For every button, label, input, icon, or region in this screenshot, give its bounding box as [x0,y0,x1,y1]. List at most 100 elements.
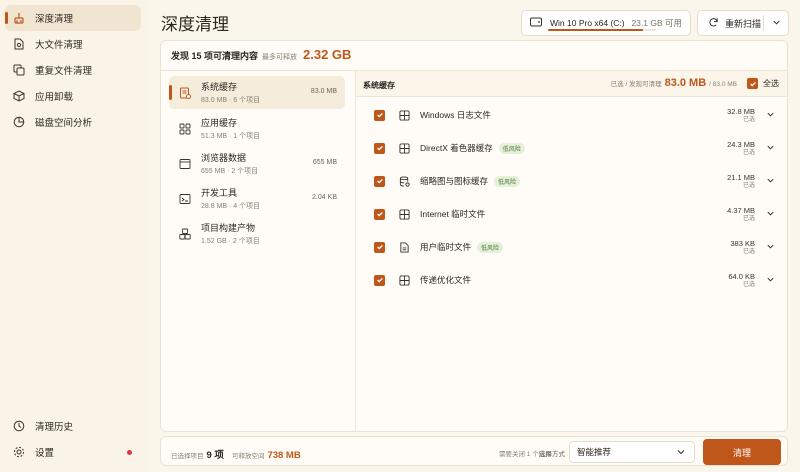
category-name: 应用缓存 [201,118,238,128]
chevron-down-icon[interactable] [766,209,775,221]
item-size-value: 32.8 MB [727,107,755,116]
chevron-down-icon [676,447,686,459]
sidebar-item-label: 清理历史 [35,422,74,433]
window-icon [399,142,410,154]
button-divider [763,15,764,31]
category-name: 系统缓存 [201,82,238,92]
summary-total: 2.32 GB [303,47,352,62]
item-name: 缩略图与图标缓存 [420,176,489,186]
system-cache-icon [179,87,191,99]
sidebar: 深度清理 大文件清理 重复文件清理 应用卸载 磁盘空间分析 清理历史 设置 [0,0,148,472]
item-state: 已选 [742,183,755,189]
category-item[interactable]: 开发工具 28.8 MB · 4 个项目 2.04 KB [169,182,345,215]
refresh-icon [708,17,719,30]
rescan-label: 重新扫描 [725,18,762,29]
checkbox-checked-icon[interactable] [374,175,385,187]
sidebar-item-label: 深度清理 [35,14,74,25]
category-item[interactable]: 应用缓存 51.3 MB · 1 个项目 [169,112,345,145]
item-size-value: 64.0 KB [728,272,755,281]
chevron-down-icon[interactable] [766,242,775,254]
cubes-icon [179,228,191,240]
page-title: 深度清理 [161,15,229,34]
sidebar-item-label: 设置 [35,448,55,459]
checkbox-checked-icon[interactable] [374,109,385,121]
list-item[interactable]: 传递优化文件 64.0 KB 已选 [374,265,777,295]
category-item[interactable]: 系统缓存 83.0 MB · 6 个项目 83.0 MB [169,76,345,109]
checkbox-checked-icon[interactable] [747,78,758,89]
notification-dot [127,450,132,455]
item-name: 传递优化文件 [420,275,472,285]
item-name: Internet 临时文件 [420,209,486,219]
scan-summary: 发现 15 项可清理内容 最多可释放 2.32 GB [171,47,351,62]
category-name: 浏览器数据 [201,153,247,163]
checkbox-checked-icon[interactable] [374,208,385,220]
selection-stats: 已选择项目 9 项 可释放空间 738 MB [171,447,309,461]
detail-title: 系统缓存 [363,81,395,90]
sidebar-item-label: 大文件清理 [35,40,83,51]
item-state: 已选 [742,216,755,222]
chevron-down-icon[interactable] [766,176,775,188]
gear-icon [13,446,25,458]
sidebar-item-disk-analysis[interactable]: 磁盘空间分析 [5,109,141,135]
item-size-value: 4.37 MB [727,206,755,215]
list-item[interactable]: DirectX 着色器缓存 低风险 24.3 MB 已选 [374,133,777,163]
broom-icon [13,12,25,24]
terminal-icon [179,193,191,205]
window-icon [399,208,410,220]
sidebar-item-label: 重复文件清理 [35,66,93,77]
drive-icon [530,17,542,29]
sidebar-item-deep-clean[interactable]: 深度清理 [5,5,141,31]
drive-usage-fill [548,29,644,31]
select-all-label: 全选 [763,79,779,88]
item-name: DirectX 着色器缓存 [420,143,493,153]
sidebar-item-settings[interactable]: 设置 [5,439,141,465]
item-size-value: 24.3 MB [727,140,755,149]
free-space-label: 可释放空间 [231,453,265,460]
chevron-down-icon[interactable] [766,275,775,287]
category-meta: 83.0 MB · 6 个项目 [201,97,261,104]
checkbox-checked-icon[interactable] [374,241,385,253]
browser-icon [179,158,191,170]
item-name: Windows 日志文件 [420,110,491,120]
risk-badge: 低风险 [498,142,525,154]
sidebar-item-uninstall[interactable]: 应用卸载 [5,83,141,109]
risk-badge: 低风险 [494,175,521,187]
rescan-button[interactable]: 重新扫描 [697,10,789,36]
detail-pane: 系统缓存 已选 / 发现可清理 83.0 MB / 83.0 MB 全选 Win… [356,71,787,431]
drive-usage-bar [548,29,656,31]
select-all-toggle[interactable]: 全选 [747,78,779,89]
sidebar-item-duplicates[interactable]: 重复文件清理 [5,57,141,83]
item-state: 已选 [742,249,755,255]
item-size-value: 21.1 MB [727,173,755,182]
category-item[interactable]: 项目构建产物 1.52 GB · 2 个项目 [169,217,345,250]
list-item[interactable]: 用户临时文件 低风险 383 KB 已选 [374,232,777,262]
chevron-down-icon[interactable] [766,143,775,155]
package-icon [13,90,25,102]
category-size: 83.0 MB [310,88,337,95]
drive-selector[interactable]: Win 10 Pro x64 (C:) 23.1 GB 可用 [521,10,691,36]
mode-select[interactable]: 智能推荐 [569,441,695,463]
free-space-value: 738 MB [267,450,301,461]
clean-button[interactable]: 清理 [703,439,781,465]
category-meta: 28.8 MB · 4 个项目 [201,203,261,210]
item-size-value: 383 KB [730,239,755,248]
selected-value: 83.0 MB [664,77,707,89]
category-item[interactable]: 浏览器数据 655 MB · 2 个项目 655 MB [169,147,345,180]
checkbox-checked-icon[interactable] [374,142,385,154]
sidebar-item-label: 应用卸载 [35,92,74,103]
chevron-down-icon[interactable] [772,18,781,29]
item-name: 用户临时文件 [420,242,472,252]
list-item[interactable]: 缩略图与图标缓存 低风险 21.1 MB 已选 [374,166,777,196]
checkbox-checked-icon[interactable] [374,274,385,286]
chevron-down-icon[interactable] [766,110,775,122]
category-list: 系统缓存 83.0 MB · 6 个项目 83.0 MB 应用缓存 51.3 MB … [161,71,355,431]
list-item[interactable]: Internet 临时文件 4.37 MB 已选 [374,199,777,229]
list-item[interactable]: Windows 日志文件 32.8 MB 已选 [374,100,777,130]
category-name: 项目构建产物 [201,223,256,233]
sidebar-item-large-files[interactable]: 大文件清理 [5,31,141,57]
category-meta: 51.3 MB · 1 个项目 [201,133,261,140]
item-size: 4.37 MB 已选 [727,206,755,224]
sidebar-item-history[interactable]: 清理历史 [5,413,141,439]
window-icon [399,274,410,286]
pie-chart-icon [13,116,25,128]
